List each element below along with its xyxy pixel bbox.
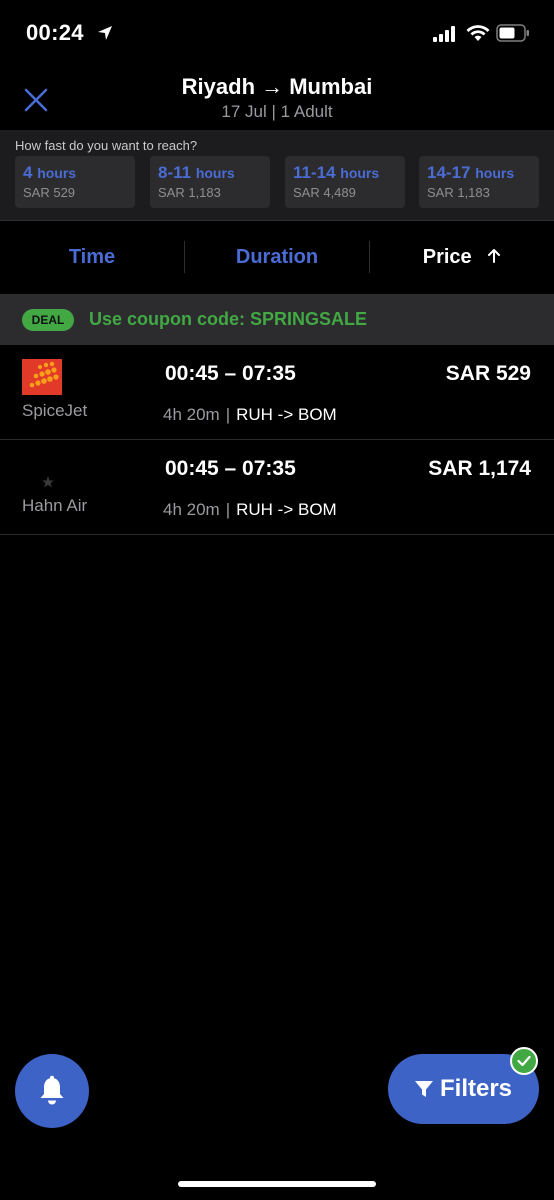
battery-icon (496, 24, 529, 42)
duration-unit: hours (37, 165, 77, 181)
route-subtitle: 17 Jul | 1 Adult (221, 102, 333, 121)
flight-duration: 4h 20m (163, 500, 220, 519)
flight-route: RUH -> BOM (236, 500, 337, 519)
status-time: 00:24 (26, 20, 84, 45)
header: Riyadh → Mumbai 17 Jul | 1 Adult (0, 68, 554, 130)
flight-price: SAR 529 (445, 362, 531, 385)
flight-meta: 4h 20m | RUH -> BOM (163, 405, 337, 425)
flight-row[interactable]: Hahn Air 00:45 – 07:35 4h 20m | RUH -> BOM… (0, 440, 554, 535)
duration-option-4h[interactable]: 4 hours SAR 529 (15, 156, 135, 208)
deal-banner[interactable]: DEAL Use coupon code: SPRINGSALE (0, 294, 554, 345)
duration-unit: hours (340, 165, 380, 181)
duration-range: 8-11 (158, 163, 192, 182)
spicejet-logo (22, 359, 62, 395)
duration-option-8-11h[interactable]: 8-11 hours SAR 1,183 (150, 156, 270, 208)
sort-tab-price[interactable]: Price (370, 221, 554, 293)
duration-unit: hours (475, 165, 515, 181)
filters-label: Filters (440, 1075, 513, 1102)
duration-unit: hours (195, 165, 235, 181)
flight-duration: 4h 20m (163, 405, 220, 424)
duration-range: 11-14 (293, 163, 336, 182)
duration-range: 14-17 (427, 163, 471, 182)
cellular-signal-icon (433, 26, 455, 42)
meta-separator: | (225, 500, 231, 519)
flight-times: 00:45 – 07:35 (165, 362, 296, 385)
sort-tab-duration[interactable]: Duration (185, 221, 369, 293)
status-bar: 00:24 (0, 0, 554, 68)
filter-funnel-icon (415, 1081, 433, 1097)
sort-tab-price-label: Price (422, 246, 472, 268)
meta-separator: | (225, 405, 231, 424)
home-indicator[interactable] (178, 1181, 376, 1187)
duration-price: SAR 4,489 (293, 185, 356, 200)
flight-times: 00:45 – 07:35 (165, 457, 296, 480)
coupon-text: Use coupon code: SPRINGSALE (89, 309, 368, 329)
route-title: Riyadh → Mumbai (181, 74, 373, 99)
duration-price: SAR 529 (23, 185, 76, 200)
duration-option-11-14h[interactable]: 11-14 hours SAR 4,489 (285, 156, 405, 208)
flight-price: SAR 1,174 (428, 457, 531, 480)
wifi-icon (466, 25, 490, 41)
duration-filter: How fast do you want to reach? 4 hours S… (0, 130, 554, 220)
flight-meta: 4h 20m | RUH -> BOM (163, 500, 337, 520)
price-alert-button[interactable] (15, 1054, 89, 1128)
flight-route: RUH -> BOM (236, 405, 337, 424)
hahn-air-logo (42, 476, 54, 488)
filters-applied-check-icon (510, 1047, 538, 1075)
duration-price: SAR 1,183 (158, 185, 221, 200)
bell-icon (40, 1075, 64, 1105)
airline-name: Hahn Air (22, 496, 88, 515)
flight-row[interactable]: SpiceJet 00:45 – 07:35 4h 20m | RUH -> BOM… (0, 345, 554, 440)
duration-option-14-17h[interactable]: 14-17 hours SAR 1,183 (419, 156, 539, 208)
airline-name: SpiceJet (22, 401, 88, 420)
arrow-up-icon (488, 249, 501, 263)
deal-badge: DEAL (22, 309, 74, 331)
sort-tab-time[interactable]: Time (0, 221, 184, 293)
location-arrow-icon (98, 26, 112, 40)
duration-price: SAR 1,183 (427, 185, 490, 200)
duration-question: How fast do you want to reach? (15, 138, 198, 153)
duration-range: 4 (23, 163, 33, 182)
sort-bar: Time Duration Price (0, 221, 554, 293)
